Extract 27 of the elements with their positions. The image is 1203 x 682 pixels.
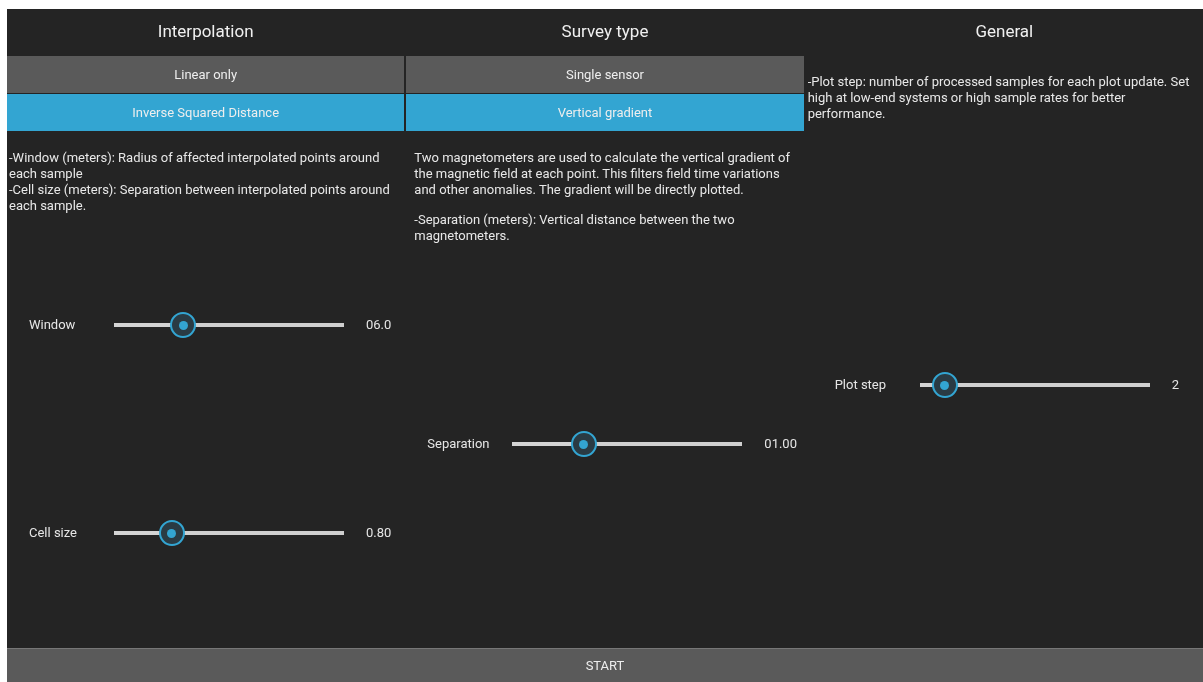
slider-track[interactable] xyxy=(114,310,344,340)
option-button[interactable]: Single sensor xyxy=(406,56,804,93)
slider-value: 2 xyxy=(1171,376,1179,395)
slider-track[interactable] xyxy=(114,518,344,548)
slider-track[interactable] xyxy=(512,429,743,459)
slider-value: 0.80 xyxy=(366,524,392,543)
slider-label: Separation xyxy=(427,435,491,454)
option-button[interactable]: Linear only xyxy=(7,56,405,93)
description-text: -Separation (meters): Vertical distance between the two magnetometers. xyxy=(414,212,736,244)
slider-thumb[interactable] xyxy=(170,312,196,338)
slider-thumb[interactable] xyxy=(570,431,597,457)
description-text: -Cell size (meters): Separation between interpolated points around each sample. xyxy=(9,182,391,214)
slider-label: Window xyxy=(29,316,77,335)
slider-thumb[interactable] xyxy=(158,520,185,546)
start-button[interactable]: START xyxy=(7,648,1203,682)
description-text: -Window (meters): Radius of affected interpolated points around each sample xyxy=(9,150,381,182)
slider-label: Plot step xyxy=(834,376,888,395)
column-title: Interpolation xyxy=(156,20,255,44)
slider-label: Cell size xyxy=(29,524,78,543)
description-text: -Plot step: number of processed samples for each plot update. Set high at low-end systems or high sample rates for better performance. xyxy=(807,74,1191,122)
slider-thumb[interactable] xyxy=(931,372,958,398)
description-text: Two magnetometers are used to calculate the vertical gradient of the magnetic field at each point. This filters field time variations and other anomalies. The gradient will be directly plotted. xyxy=(414,150,791,198)
column-title: Survey type xyxy=(560,20,650,44)
column-title: General xyxy=(974,20,1035,44)
slider-value: 06.0 xyxy=(366,316,392,335)
slider-value: 01.00 xyxy=(764,435,797,454)
slider-track[interactable] xyxy=(919,370,1150,400)
